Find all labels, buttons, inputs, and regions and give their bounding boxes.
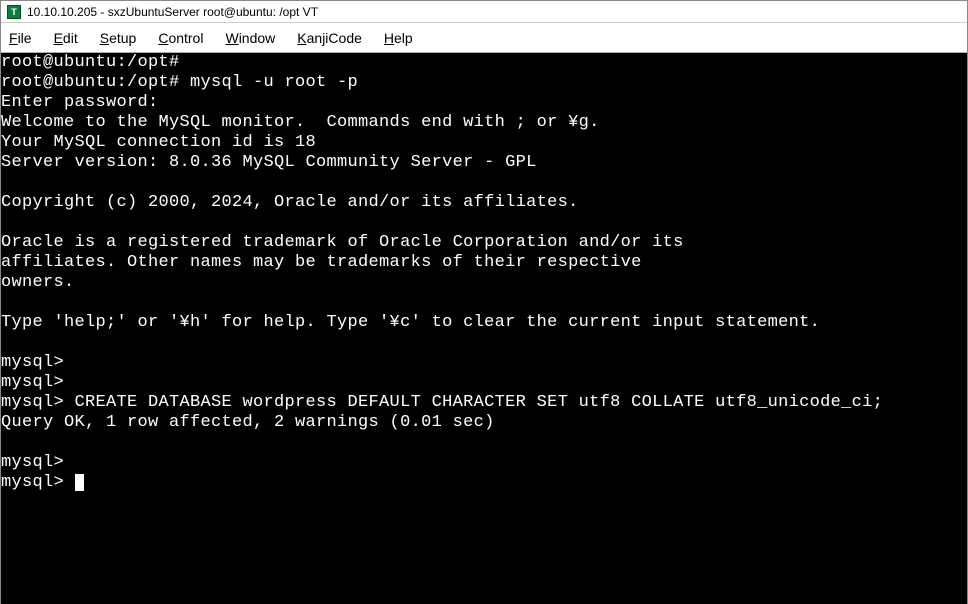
menu-window[interactable]: Window <box>225 30 275 46</box>
menu-kanjicode[interactable]: KanjiCode <box>297 30 362 46</box>
terminal-line: mysql> <box>1 453 64 472</box>
window-title: 10.10.10.205 - sxzUbuntuServer root@ubun… <box>27 5 318 19</box>
terminal-line: mysql> <box>1 473 75 492</box>
terminal-line: Copyright (c) 2000, 2024, Oracle and/or … <box>1 193 579 212</box>
terminal-line: owners. <box>1 273 75 292</box>
terminal-line: Server version: 8.0.36 MySQL Community S… <box>1 153 537 172</box>
terminal-line: root@ubuntu:/opt# mysql -u root -p <box>1 73 358 92</box>
menu-edit[interactable]: Edit <box>54 30 78 46</box>
menu-control[interactable]: Control <box>158 30 203 46</box>
terminal-line: Your MySQL connection id is 18 <box>1 133 316 152</box>
terminal-line: Welcome to the MySQL monitor. Commands e… <box>1 113 600 132</box>
terminal-line: root@ubuntu:/opt# <box>1 53 180 72</box>
terminal-line: mysql> <box>1 373 64 392</box>
terminal-line: Enter password: <box>1 93 159 112</box>
terminal-line: affiliates. Other names may be trademark… <box>1 253 642 272</box>
window-titlebar: T 10.10.10.205 - sxzUbuntuServer root@ub… <box>1 1 967 23</box>
menu-bar: File Edit Setup Control Window KanjiCode… <box>1 23 967 53</box>
menu-setup[interactable]: Setup <box>100 30 137 46</box>
terminal-cursor <box>75 474 84 491</box>
app-icon: T <box>7 5 21 19</box>
terminal-line: Type 'help;' or '¥h' for help. Type '¥c'… <box>1 313 820 332</box>
terminal-line: Oracle is a registered trademark of Orac… <box>1 233 684 252</box>
terminal-line: Query OK, 1 row affected, 2 warnings (0.… <box>1 413 495 432</box>
terminal-area[interactable]: root@ubuntu:/opt# root@ubuntu:/opt# mysq… <box>1 53 967 604</box>
menu-file[interactable]: File <box>9 30 32 46</box>
terminal-line: mysql> <box>1 353 64 372</box>
menu-help[interactable]: Help <box>384 30 413 46</box>
terminal-line: mysql> CREATE DATABASE wordpress DEFAULT… <box>1 393 883 412</box>
